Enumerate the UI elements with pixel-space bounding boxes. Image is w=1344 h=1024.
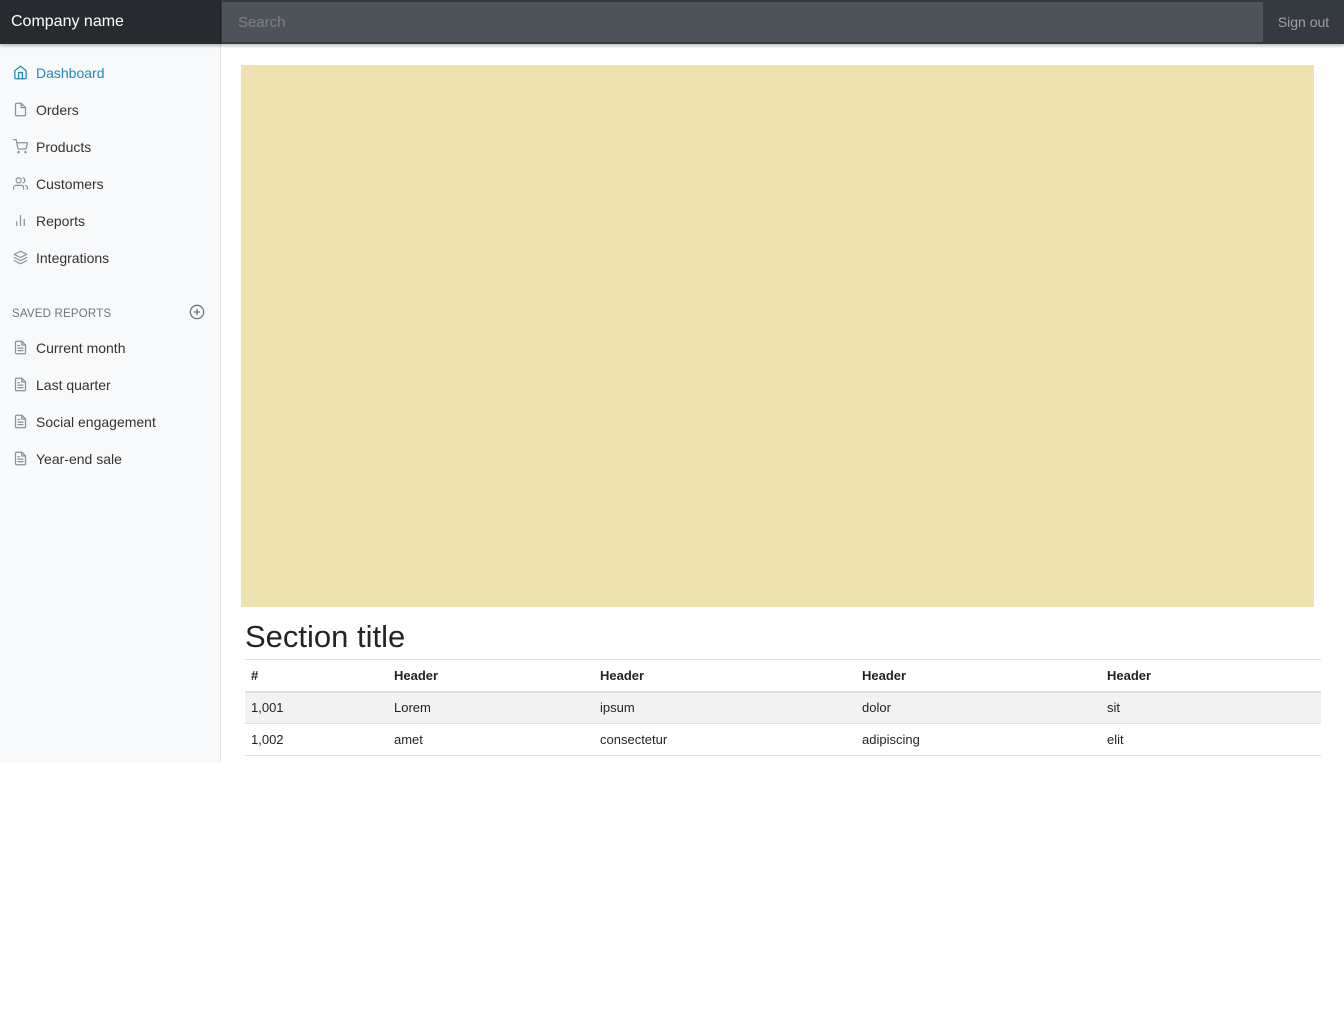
saved-report-current-month[interactable]: Current month [0,329,220,366]
sidebar-item-label: Integrations [36,249,110,266]
table-cell: elit [1101,723,1321,756]
sidebar-item-integrations[interactable]: Integrations [0,239,220,276]
brand-link[interactable]: Company name [0,0,221,44]
table-cell: 1,002 [245,723,388,756]
file-icon [12,102,28,118]
table-row: 1,002 amet consectetur adipiscing elit [245,723,1321,756]
bar-chart-icon [12,213,28,229]
table-header-cell: Header [594,659,856,693]
main-content: Section title # Header Header Header Hea… [237,57,1324,756]
table-cell: sit [1101,691,1321,724]
sign-out-link[interactable]: Sign out [1263,14,1344,30]
shopping-cart-icon [12,139,28,155]
chart-placeholder [241,65,1314,607]
file-text-icon [12,414,28,430]
file-text-icon [12,340,28,356]
file-text-icon [12,377,28,393]
sidebar-item-orders[interactable]: Orders [0,91,220,128]
sidebar-item-label: Reports [36,212,86,229]
table-header-cell: Header [856,659,1101,693]
saved-report-label: Social engagement [36,413,156,430]
table-cell: Lorem [388,691,594,724]
chart-canvas [241,57,1314,607]
sidebar-item-label: Products [36,138,92,155]
saved-reports-title: SAVED REPORTS [12,308,112,320]
table-cell: amet [388,723,594,756]
sidebar-item-label: Customers [36,175,104,192]
saved-report-label: Current month [36,339,126,356]
sidebar-item-label: Orders [36,101,79,118]
saved-report-last-quarter[interactable]: Last quarter [0,366,220,403]
saved-report-year-end-sale[interactable]: Year-end sale [0,440,220,477]
file-text-icon [12,451,28,467]
table-header-cell: # [245,659,388,693]
saved-report-label: Year-end sale [36,450,122,467]
table-header-cell: Header [388,659,594,693]
section-title: Section title [245,619,406,654]
search-input[interactable] [222,2,1263,42]
table-cell: dolor [856,691,1101,724]
top-navbar: Company name Sign out [0,0,1344,44]
sidebar-item-customers[interactable]: Customers [0,165,220,202]
sidebar-item-dashboard[interactable]: Dashboard [0,54,220,91]
saved-reports-heading: SAVED REPORTS [0,300,220,328]
plus-circle-icon[interactable] [189,304,205,325]
layers-icon [12,250,28,266]
table-header-row: # Header Header Header Header [245,659,1321,693]
table-cell: 1,001 [245,691,388,724]
table-header-cell: Header [1101,659,1321,693]
table-row: 1,001 Lorem ipsum dolor sit [245,691,1321,724]
table-cell: ipsum [594,691,856,724]
home-icon [12,65,28,81]
sidebar-item-products[interactable]: Products [0,128,220,165]
sidebar-item-reports[interactable]: Reports [0,202,220,239]
table-cell: adipiscing [856,723,1101,756]
sidebar: Dashboard Orders Products Customers Repo… [0,44,221,763]
sidebar-item-label: Dashboard [36,64,105,81]
saved-report-social-engagement[interactable]: Social engagement [0,403,220,440]
saved-report-label: Last quarter [36,376,111,393]
users-icon [12,176,28,192]
data-table: # Header Header Header Header 1,001 Lore… [245,659,1321,756]
table-cell: consectetur [594,723,856,756]
